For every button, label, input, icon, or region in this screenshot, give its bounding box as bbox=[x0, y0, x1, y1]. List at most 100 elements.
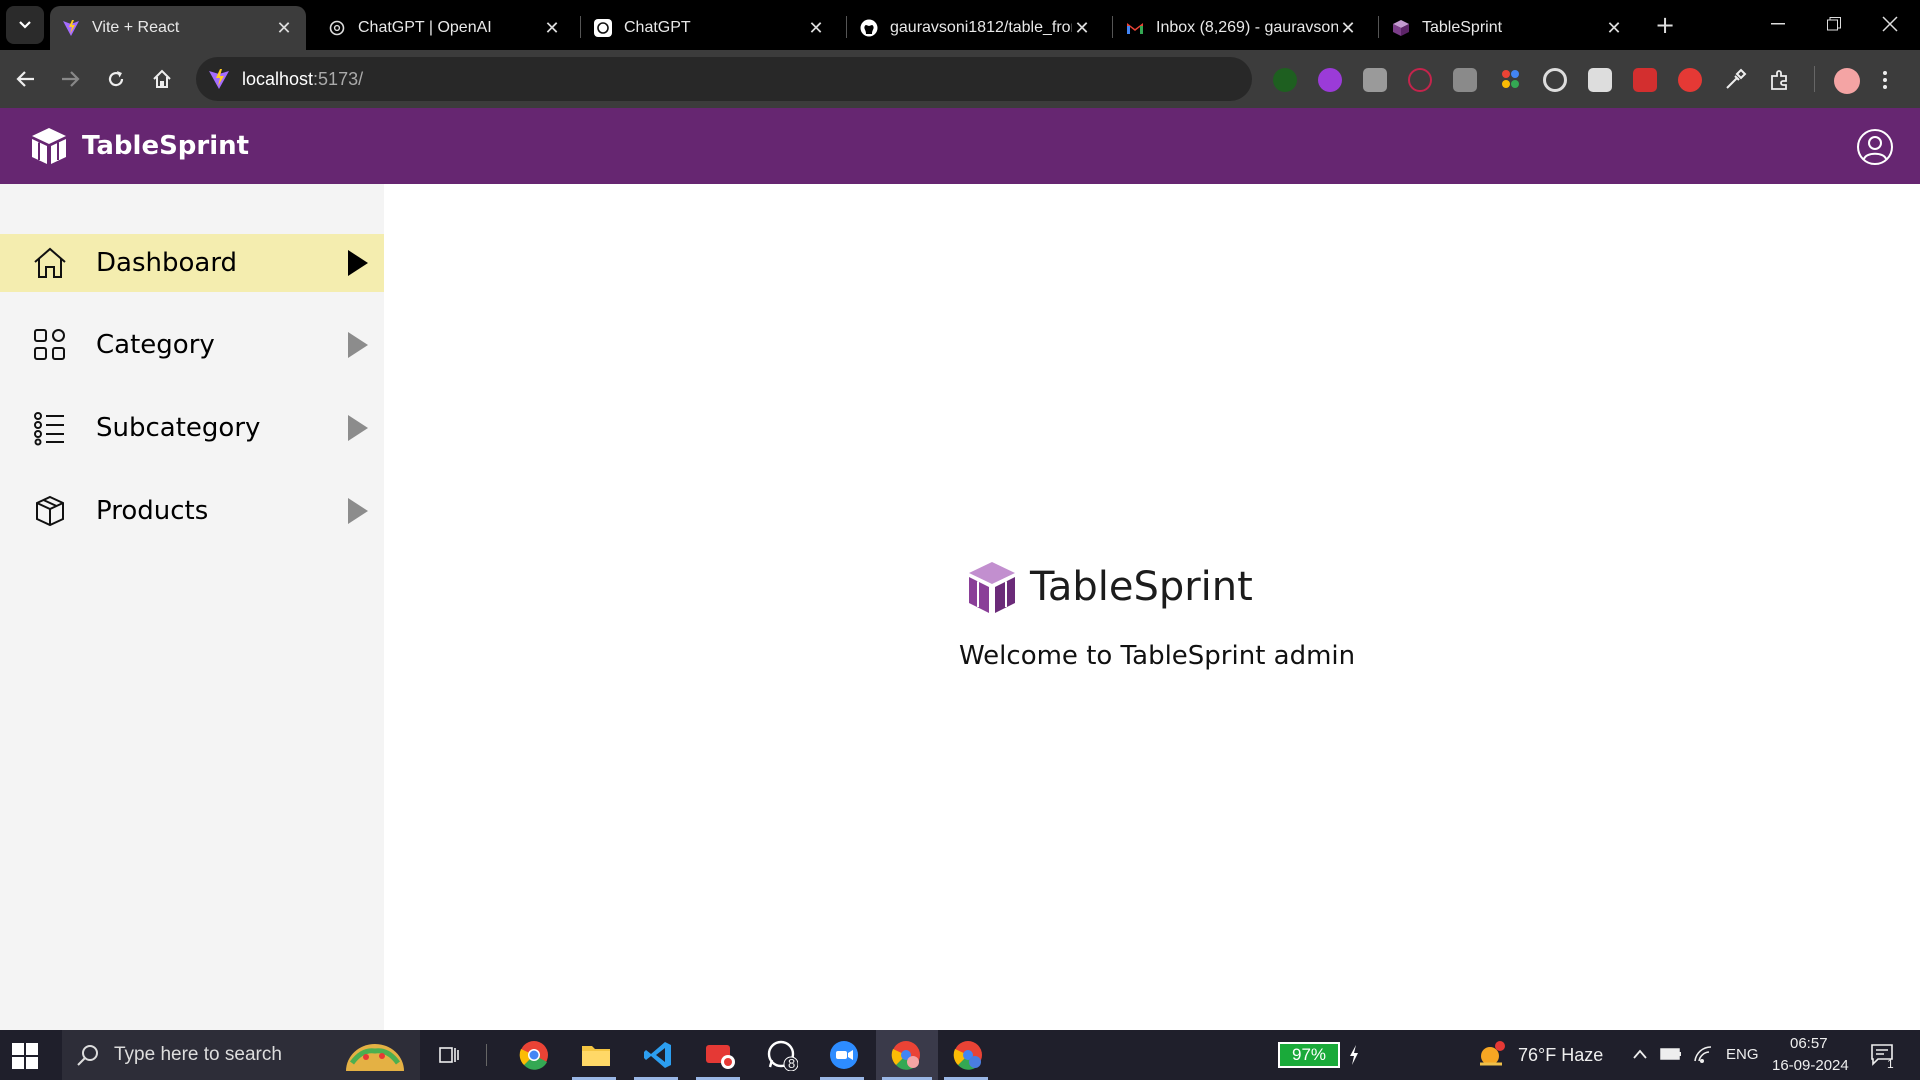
caret-right-icon bbox=[348, 250, 368, 276]
tab-close-icon[interactable]: ✕ bbox=[1338, 18, 1358, 39]
screen-recorder-app[interactable] bbox=[702, 1038, 738, 1072]
sidebar-item-products[interactable]: Products bbox=[0, 482, 384, 540]
browser-profile-avatar[interactable] bbox=[1834, 68, 1860, 94]
reload-icon bbox=[108, 71, 124, 87]
puzzle-red-extension-icon[interactable] bbox=[1633, 68, 1657, 92]
home-icon bbox=[34, 247, 66, 278]
reload-button[interactable] bbox=[98, 62, 134, 96]
tab-separator bbox=[1378, 16, 1379, 38]
eyedropper-extension-icon[interactable] bbox=[1723, 68, 1747, 92]
zoom-app[interactable] bbox=[826, 1038, 862, 1072]
battery-icon[interactable] bbox=[1660, 1046, 1682, 1062]
tab-close-icon[interactable]: ✕ bbox=[542, 18, 562, 39]
sidebar-item-subcategory[interactable]: Subcategory bbox=[0, 399, 384, 457]
close-window-button[interactable] bbox=[1862, 0, 1918, 48]
dots-extension-icon[interactable] bbox=[1498, 68, 1522, 92]
task-view-icon bbox=[439, 1047, 459, 1063]
app-header: TableSprint bbox=[0, 108, 1920, 184]
tab-title: ChatGPT | OpenAI bbox=[358, 19, 492, 36]
forward-button[interactable] bbox=[52, 62, 88, 96]
tab-close-icon[interactable]: ✕ bbox=[274, 18, 294, 39]
clock-time[interactable]: 06:57 bbox=[1790, 1035, 1828, 1052]
welcome-brand-name: TableSprint bbox=[1030, 564, 1253, 610]
tablesprint-logo-icon bbox=[969, 562, 1015, 613]
github-favicon-icon bbox=[860, 19, 878, 37]
wifi-icon[interactable] bbox=[1692, 1044, 1714, 1064]
browser-tabstrip: Vite + React ✕ ChatGPT | OpenAI ✕ ChatGP… bbox=[0, 0, 1920, 50]
browser-menu-button[interactable] bbox=[1882, 68, 1894, 92]
windows-taskbar: Type here to search 8 97% 76°F Haze ENG … bbox=[0, 1030, 1920, 1080]
tab-separator bbox=[1112, 16, 1113, 38]
kebab-menu-icon bbox=[1883, 71, 1887, 89]
tab-gmail[interactable]: Inbox (8,269) - gauravsoni ✕ bbox=[1114, 6, 1370, 50]
home-button[interactable] bbox=[144, 62, 180, 96]
purple-extension-icon[interactable] bbox=[1318, 68, 1342, 92]
toolbar-separator bbox=[1814, 66, 1815, 92]
tab-title: ChatGPT bbox=[624, 19, 691, 36]
new-tab-button[interactable]: + bbox=[1650, 10, 1680, 40]
whatsapp-app[interactable]: 8 bbox=[764, 1038, 800, 1072]
list-icon bbox=[34, 412, 64, 446]
profile-button[interactable] bbox=[1856, 128, 1894, 166]
play-extension-icon[interactable] bbox=[1363, 68, 1387, 92]
user-circle-icon bbox=[1857, 129, 1893, 165]
target-extension-icon[interactable] bbox=[1543, 68, 1567, 92]
taskbar-separator bbox=[486, 1044, 487, 1066]
mail-extension-icon[interactable] bbox=[1453, 68, 1477, 92]
tab-tablesprint[interactable]: TableSprint ✕ bbox=[1380, 6, 1636, 50]
restore-icon bbox=[1827, 17, 1841, 31]
tab-chatgpt[interactable]: ChatGPT ✕ bbox=[582, 6, 838, 50]
minimize-button[interactable] bbox=[1750, 0, 1806, 48]
weather-text[interactable]: 76°F Haze bbox=[1518, 1045, 1603, 1066]
openai-favicon-icon bbox=[594, 19, 612, 37]
clock-date[interactable]: 16-09-2024 bbox=[1772, 1057, 1849, 1074]
tab-chatgpt-openai[interactable]: ChatGPT | OpenAI ✕ bbox=[316, 6, 574, 50]
file-explorer-app[interactable] bbox=[578, 1038, 614, 1072]
windows-start-button[interactable] bbox=[12, 1043, 38, 1069]
address-bar[interactable]: localhost:5173/ bbox=[196, 57, 1252, 101]
sidebar-item-label: Dashboard bbox=[96, 248, 238, 278]
chevron-up-icon[interactable] bbox=[1632, 1048, 1648, 1060]
tablesprint-logo-icon bbox=[32, 128, 66, 164]
back-button[interactable] bbox=[8, 62, 44, 96]
language-indicator[interactable]: ENG bbox=[1726, 1046, 1759, 1063]
sidebar-item-dashboard[interactable]: Dashboard bbox=[0, 234, 384, 292]
caret-right-icon bbox=[348, 332, 368, 358]
tab-close-icon[interactable]: ✕ bbox=[1072, 18, 1092, 39]
taskbar-search[interactable]: Type here to search bbox=[62, 1030, 420, 1080]
tab-github[interactable]: gauravsoni1812/table_fron ✕ bbox=[848, 6, 1104, 50]
taco-icon bbox=[346, 1044, 404, 1071]
tab-search-button[interactable] bbox=[6, 6, 44, 44]
chrome-icon bbox=[519, 1041, 548, 1070]
chrome-app[interactable] bbox=[516, 1038, 552, 1072]
recorder-icon bbox=[706, 1045, 735, 1069]
restore-button[interactable] bbox=[1806, 0, 1862, 48]
whatsapp-badge: 8 bbox=[788, 1056, 796, 1071]
task-view-button[interactable] bbox=[432, 1038, 468, 1072]
chrome-profile-2-app[interactable] bbox=[950, 1038, 986, 1072]
hand-extension-icon[interactable] bbox=[1678, 68, 1702, 92]
notification-count: 1 bbox=[1887, 1057, 1894, 1071]
weather-sun-icon[interactable] bbox=[1476, 1040, 1506, 1070]
qr-extension-icon[interactable] bbox=[1588, 68, 1612, 92]
brand-name: TableSprint bbox=[82, 131, 250, 161]
extensions-puzzle-icon[interactable] bbox=[1768, 68, 1792, 92]
vscode-app[interactable] bbox=[640, 1038, 676, 1072]
search-icon bbox=[77, 1045, 98, 1066]
openai-favicon-icon bbox=[328, 19, 346, 37]
record-extension-icon[interactable] bbox=[1408, 68, 1432, 92]
caret-right-icon bbox=[348, 498, 368, 524]
charging-bolt-icon bbox=[1350, 1045, 1358, 1065]
chrome-profile-app[interactable] bbox=[888, 1038, 924, 1072]
chrome-icon bbox=[953, 1041, 982, 1070]
tab-vite-react[interactable]: Vite + React ✕ bbox=[50, 6, 306, 50]
tab-close-icon[interactable]: ✕ bbox=[806, 18, 826, 39]
vscode-icon bbox=[644, 1042, 671, 1068]
tab-close-icon[interactable]: ✕ bbox=[1604, 18, 1624, 39]
battery-indicator[interactable]: 97% bbox=[1278, 1042, 1340, 1068]
windows-logo-icon bbox=[12, 1043, 38, 1069]
tree-extension-icon[interactable] bbox=[1273, 68, 1297, 92]
gmail-favicon-icon bbox=[1126, 19, 1144, 37]
sidebar-item-category[interactable]: Category bbox=[0, 316, 384, 374]
app-brand[interactable]: TableSprint bbox=[30, 126, 249, 166]
